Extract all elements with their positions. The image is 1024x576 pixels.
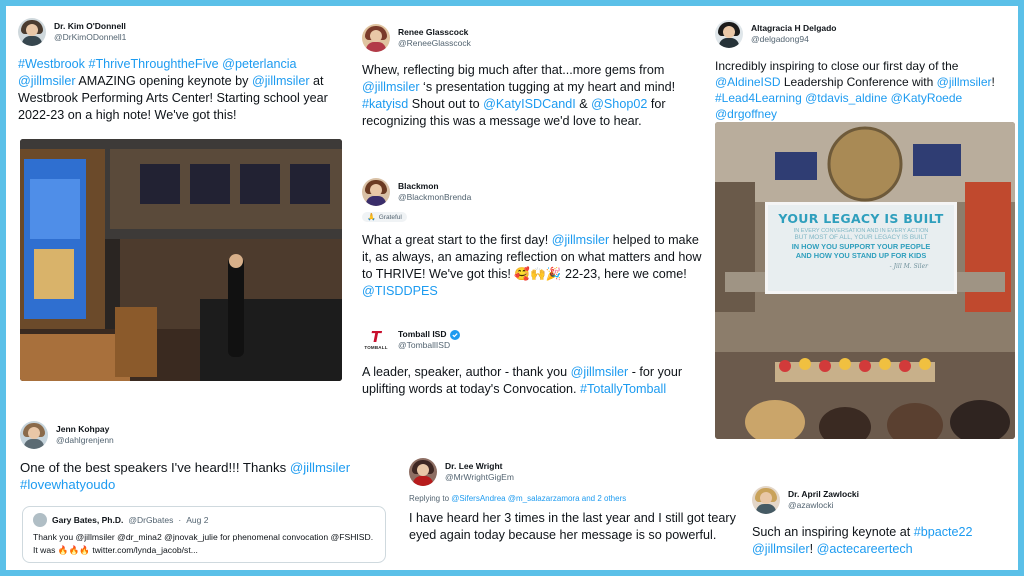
tweet-link[interactable]: @jillmsiler (552, 233, 610, 247)
tweet-photo-theater-keynote[interactable] (20, 139, 342, 381)
author-handle[interactable]: @azawlocki (788, 500, 859, 511)
tweet-link[interactable]: @AldineISD (715, 75, 781, 89)
tweet-zawlocki[interactable]: Dr. April Zawlocki @azawlocki Such an in… (752, 486, 1020, 558)
author-handle[interactable]: @MrWrightGigEm (445, 472, 514, 483)
verified-badge-icon (449, 329, 460, 340)
author-handle[interactable]: @DrKimODonnell1 (54, 32, 126, 43)
quoted-author-handle: @DrGbates (128, 515, 174, 525)
replying-to: Replying to @SifersAndrea @m_salazarzamo… (409, 494, 739, 503)
tweet-text-segment: AMAZING opening keynote by (75, 74, 252, 88)
tweet-text-segment: One of the best speakers I've heard!!! T… (20, 460, 290, 475)
tweet-link[interactable]: @TISDDPES (362, 284, 438, 298)
grateful-badge: 🙏 Grateful (362, 212, 407, 222)
tomball-logo-letter: T (370, 328, 382, 346)
tweet-text: Whew, reflecting big much after that...m… (362, 62, 692, 130)
tweet-link[interactable]: @jillmsiler (571, 365, 629, 379)
tweet-text: Incredibly inspiring to close our first … (715, 58, 1015, 122)
avatar[interactable] (752, 486, 780, 514)
tweet-odonnell[interactable]: Dr. Kim O'Donnell @DrKimODonnell1 #Westb… (18, 18, 348, 124)
tweet-link[interactable]: @jillmsiler (937, 75, 992, 89)
quoted-text: Thank you @jillmsiler @dr_mina2 @jnovak_… (33, 532, 374, 555)
author-name[interactable]: Blackmon (398, 181, 471, 192)
avatar[interactable] (20, 421, 48, 449)
tweet-link[interactable]: #TotallyTomball (580, 382, 666, 396)
tweet-link[interactable]: @jillmsiler (252, 74, 310, 88)
avatar[interactable] (362, 178, 390, 206)
tweet-delgado[interactable]: Altagracia H Delgado @delgadong94 Incred… (715, 20, 1015, 122)
tweet-text-segment: Incredibly inspiring to close our first … (715, 59, 959, 73)
author-name[interactable]: Renee Glasscock (398, 27, 471, 38)
slide-line-3: BUT MOST OF ALL, YOUR LEGACY IS BUILT (794, 234, 928, 241)
tweet-text: Such an inspiring keynote at #bpacte22 @… (752, 524, 1020, 558)
author-handle[interactable]: @BlackmonBrenda (398, 192, 471, 203)
quoted-separator: · (178, 515, 182, 525)
replying-to-users[interactable]: @SifersAndrea @m_salazarzamora and 2 oth… (451, 494, 626, 503)
tweet-text: One of the best speakers I've heard!!! T… (20, 459, 380, 493)
slide-line-4: IN HOW YOU SUPPORT YOUR PEOPLE (791, 242, 931, 251)
quoted-author-name: Gary Bates, Ph.D. (52, 515, 124, 525)
slide-line-1: YOUR LEGACY IS BUILT (778, 211, 944, 226)
tweet-text: A leader, speaker, author - thank you @j… (362, 364, 702, 398)
quoted-tweet[interactable]: Gary Bates, Ph.D. @DrGbates · Aug 2 Than… (22, 506, 386, 563)
tweet-link[interactable]: #Lead4Learning @tdavis_aldine @KatyRoede… (715, 91, 962, 121)
tweet-text-segment: Leadership Conference with (780, 75, 937, 89)
replying-to-prefix: Replying to (409, 494, 452, 503)
tweet-text-segment: ! (991, 75, 995, 89)
author-name[interactable]: Tomball ISD (398, 329, 460, 340)
tweet-text-segment: A leader, speaker, author - thank you (362, 365, 571, 379)
tweet-text-segment: Whew, reflecting big much after that...m… (362, 63, 665, 77)
author-name[interactable]: Dr. April Zawlocki (788, 489, 859, 500)
tweet-text: I have heard her 3 times in the last yea… (409, 510, 739, 544)
legacy-slide-screen: YOUR LEGACY IS BUILT IN EVERY CONVERSATI… (765, 202, 957, 294)
quoted-avatar (33, 513, 47, 527)
tweet-text: What a great start to the first day! @ji… (362, 232, 702, 300)
quoted-date: Aug 2 (186, 515, 209, 525)
tweet-link[interactable]: @jillmsiler (362, 80, 420, 94)
tweet-text-segment: Shout out to (408, 97, 484, 111)
author-name[interactable]: Jenn Kohpay (56, 424, 114, 435)
author-name-text: Tomball ISD (398, 329, 447, 339)
tweet-text-segment: ! (809, 542, 817, 556)
tweet-text: #Westbrook #ThriveThroughtheFive @peterl… (18, 56, 348, 124)
avatar[interactable] (715, 20, 743, 48)
tweet-wright[interactable]: Dr. Lee Wright @MrWrightGigEm Replying t… (409, 458, 739, 544)
tweet-photo-legacy-slide[interactable]: YOUR LEGACY IS BUILT IN EVERY CONVERSATI… (715, 122, 1015, 439)
tweet-link[interactable]: @KatyISDCandI (483, 97, 576, 111)
tweet-glasscock[interactable]: Renee Glasscock @ReneeGlasscock Whew, re… (362, 24, 692, 130)
author-name[interactable]: Altagracia H Delgado (751, 23, 837, 34)
tweet-text-segment: & (575, 97, 592, 111)
tweet-blackmon[interactable]: Blackmon @BlackmonBrenda 🙏 Grateful What… (362, 178, 702, 300)
tweet-link[interactable]: @actecareertech (817, 542, 913, 556)
avatar[interactable] (18, 18, 46, 46)
author-handle[interactable]: @dahlgrenjenn (56, 435, 114, 446)
slide-line-5: AND HOW YOU STAND UP FOR KIDS (795, 251, 927, 260)
grateful-badge-label: Grateful (378, 213, 402, 221)
tweet-text-segment: ‘s presentation tugging at my heart and … (419, 80, 676, 94)
slide-signature: - Jill M. Siler (889, 263, 928, 270)
tweet-link[interactable]: @Shop02 (591, 97, 647, 111)
tweet-text-segment: Such an inspiring keynote at (752, 525, 914, 539)
tweet-text-segment: What a great start to the first day! (362, 233, 552, 247)
tweet-tomball[interactable]: T TOMBALL Tomball ISD @TomballISD A lead… (362, 326, 702, 398)
avatar[interactable] (409, 458, 437, 486)
author-handle[interactable]: @TomballISD (398, 340, 460, 351)
tweet-text-segment: I have heard her 3 times in the last yea… (409, 511, 736, 542)
tweet-kohpay[interactable]: Jenn Kohpay @dahlgrenjenn One of the bes… (20, 421, 380, 493)
praying-hands-icon: 🙏 (367, 214, 376, 221)
author-handle[interactable]: @delgadong94 (751, 34, 837, 45)
author-handle[interactable]: @ReneeGlasscock (398, 38, 471, 49)
tomball-logo-icon[interactable]: T TOMBALL (362, 326, 390, 354)
avatar[interactable] (362, 24, 390, 52)
tweet-link[interactable]: #katyisd (362, 97, 408, 111)
author-name[interactable]: Dr. Lee Wright (445, 461, 514, 472)
tomball-logo-word: TOMBALL (364, 345, 388, 350)
author-name[interactable]: Dr. Kim O'Donnell (54, 21, 126, 32)
